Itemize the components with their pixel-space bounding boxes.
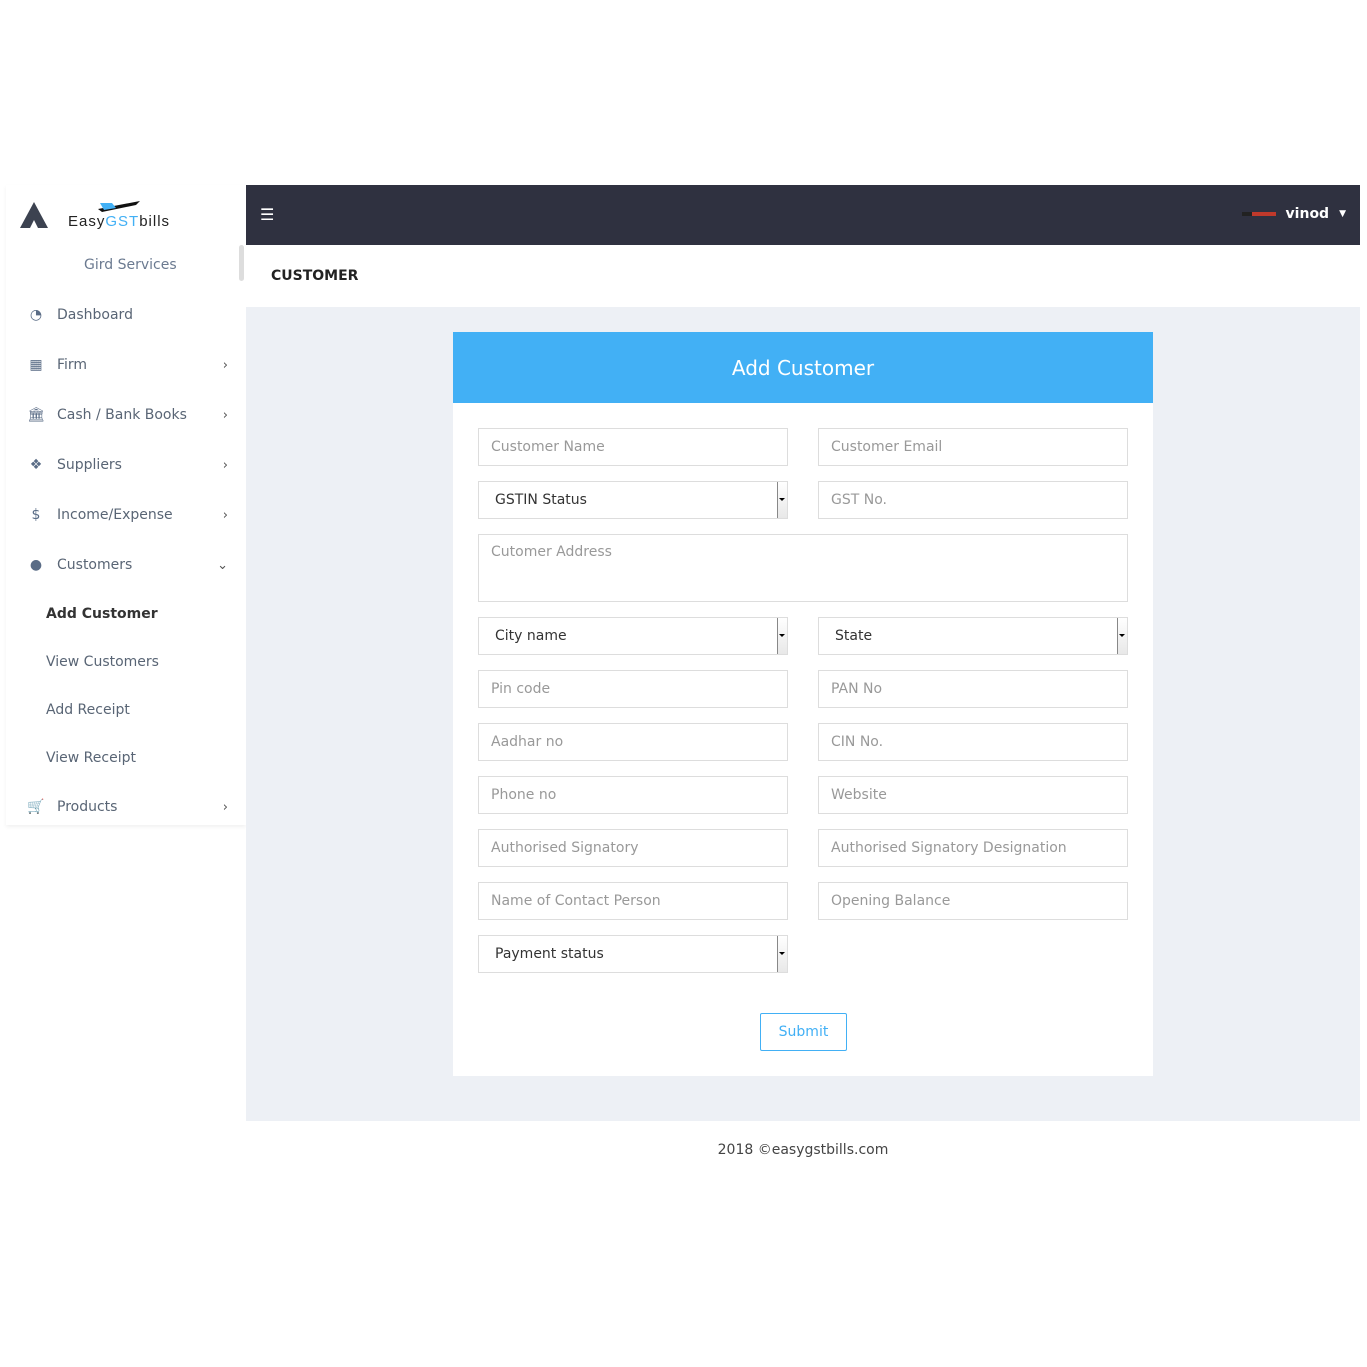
customer-name-input[interactable]: Customer Name: [478, 428, 788, 466]
caret-down-icon: ▼: [1339, 209, 1346, 219]
building-icon: ▦: [29, 357, 43, 373]
cin-no-input[interactable]: CIN No.: [818, 723, 1128, 761]
logo-icon: [18, 200, 50, 230]
dropbox-icon: ❖: [29, 457, 43, 473]
sidebar-item-label: Cash / Bank Books: [57, 407, 187, 423]
sidebar-item-label: Firm: [57, 357, 88, 373]
sidebar-item-income-expense[interactable]: $ Income/Expense ›: [6, 490, 246, 540]
sidebar-subitem-add-customer[interactable]: Add Customer: [6, 590, 246, 638]
sidebar-item-label: Customers: [57, 557, 133, 573]
sidebar-item-cash-bank[interactable]: 🏛 Cash / Bank Books ›: [6, 390, 246, 440]
brand-subtitle: Gird Services: [84, 257, 177, 273]
chevron-right-icon: ›: [222, 799, 228, 815]
dashboard-icon: ◔: [29, 307, 43, 323]
customer-address-textarea[interactable]: Cutomer Address: [478, 534, 1128, 602]
signatory-designation-input[interactable]: Authorised Signatory Designation: [818, 829, 1128, 867]
content-area: Add Customer Customer Name Customer Emai…: [246, 307, 1360, 1121]
sidebar-subitem-view-customers[interactable]: View Customers: [6, 638, 246, 686]
pan-no-input[interactable]: PAN No: [818, 670, 1128, 708]
dollar-icon: $: [31, 507, 41, 523]
aadhar-no-input[interactable]: Aadhar no: [478, 723, 788, 761]
brand-name: EasyGSTbills: [68, 213, 171, 230]
sidebar-item-firm[interactable]: ▦ Firm ›: [6, 340, 246, 390]
page-title: CUSTOMER: [271, 268, 359, 284]
sidebar-subitem-add-receipt[interactable]: Add Receipt: [6, 686, 246, 734]
user-menu[interactable]: vinod ▼: [1241, 206, 1346, 222]
user-icon: ●: [29, 557, 43, 573]
sidebar-item-products[interactable]: 🛒 Products ›: [6, 782, 246, 832]
sidebar-subitem-view-receipt[interactable]: View Receipt: [6, 734, 246, 782]
add-customer-card: Add Customer Customer Name Customer Emai…: [453, 332, 1153, 1076]
sidebar-nav: ◔ Dashboard ▦ Firm › 🏛 Cash / Bank Books › ❖ S…: [6, 290, 246, 832]
sidebar-item-dashboard[interactable]: ◔ Dashboard: [6, 290, 246, 340]
sidebar-item-label: Income/Expense: [57, 507, 173, 523]
sidebar-item-label: Dashboard: [57, 307, 133, 323]
form-title: Add Customer: [453, 332, 1153, 403]
page-header: CUSTOMER: [246, 245, 1360, 307]
authorised-signatory-input[interactable]: Authorised Signatory: [478, 829, 788, 867]
phone-no-input[interactable]: Phone no: [478, 776, 788, 814]
customer-email-input[interactable]: Customer Email: [818, 428, 1128, 466]
pin-code-input[interactable]: Pin code: [478, 670, 788, 708]
state-select[interactable]: State: [818, 617, 1128, 655]
sidebar-item-customers[interactable]: ● Customers ⌄: [6, 540, 246, 590]
topbar: ☰ vinod ▼: [246, 185, 1360, 245]
contact-person-input[interactable]: Name of Contact Person: [478, 882, 788, 920]
chevron-right-icon: ›: [222, 507, 228, 523]
sidebar: EasyGSTbills Gird Services ◔ Dashboard ▦ F…: [6, 185, 246, 825]
cart-icon: 🛒: [27, 799, 45, 815]
sidebar-item-label: Products: [57, 799, 118, 815]
chevron-right-icon: ›: [222, 357, 228, 373]
hamburger-menu-icon[interactable]: ☰: [260, 205, 274, 224]
website-input[interactable]: Website: [818, 776, 1128, 814]
chevron-down-icon: ⌄: [217, 557, 228, 573]
plane-icon: [98, 201, 140, 212]
submit-button[interactable]: Submit: [760, 1013, 847, 1051]
sidebar-item-label: Suppliers: [57, 457, 122, 473]
payment-status-select[interactable]: Payment status: [478, 935, 788, 973]
sidebar-item-suppliers[interactable]: ❖ Suppliers ›: [6, 440, 246, 490]
gst-no-input[interactable]: GST No.: [818, 481, 1128, 519]
chevron-right-icon: ›: [222, 457, 228, 473]
sidebar-scrollbar[interactable]: [239, 245, 244, 281]
gstin-status-select[interactable]: GSTIN Status: [478, 481, 788, 519]
footer-copyright: 2018 ©easygstbills.com: [717, 1142, 889, 1158]
opening-balance-input[interactable]: Opening Balance: [818, 882, 1128, 920]
chevron-right-icon: ›: [222, 407, 228, 423]
city-select[interactable]: City name: [478, 617, 788, 655]
bank-icon: 🏛: [27, 407, 45, 423]
user-name: vinod: [1285, 206, 1330, 222]
user-avatar: [1241, 212, 1276, 216]
